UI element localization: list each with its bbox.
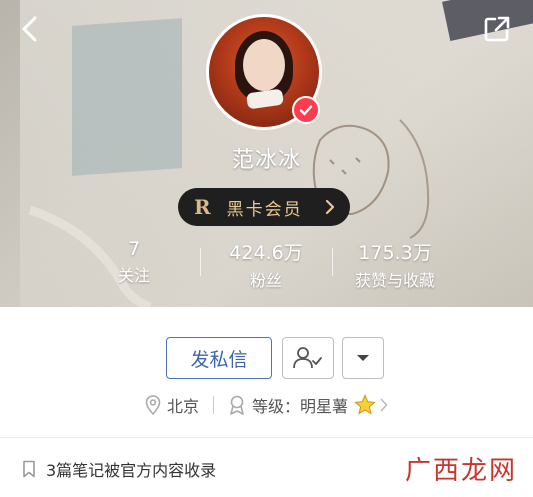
send-message-button[interactable]: 发私信 (166, 337, 272, 379)
bookmark-icon (22, 460, 36, 478)
username: 范冰冰 (231, 148, 301, 173)
verified-check-icon (299, 105, 313, 116)
chevron-left-icon (22, 16, 37, 42)
level-label: 等级： (251, 397, 300, 416)
stat-likes-collections[interactable]: 175.3万 获赞与收藏 (338, 238, 452, 291)
vip-label: 黑卡会员 (226, 199, 303, 220)
avatar-face (243, 39, 285, 91)
user-check-icon (293, 347, 322, 369)
location-text: 北京 (166, 397, 199, 416)
vip-emblem: R (194, 195, 211, 219)
stat-followers-label: 粉丝 (249, 271, 282, 290)
location-pin-icon (145, 395, 161, 415)
watermark: 广西龙网 (404, 455, 517, 486)
share-external-icon (484, 16, 510, 42)
badge-icon (228, 395, 246, 415)
verified-badge (292, 96, 320, 124)
share-button[interactable] (482, 14, 512, 44)
level-link[interactable]: 等级： 明星薯 (228, 393, 388, 417)
level-value: 明星薯 (300, 397, 349, 416)
back-button[interactable] (16, 14, 46, 44)
avatar-bow (246, 88, 284, 110)
stat-following-label: 关注 (117, 266, 150, 285)
stats-bar: 7 关注 424.6万 粉丝 175.3万 获赞与收藏 (0, 238, 533, 291)
vip-membership-button[interactable]: R 黑卡会员 (178, 188, 350, 226)
caret-down-icon (357, 355, 369, 361)
info-separator (212, 396, 214, 414)
section-divider (0, 437, 533, 438)
more-options-button[interactable] (342, 337, 384, 379)
stat-following-value: 7 (127, 238, 141, 260)
stat-divider (332, 248, 333, 276)
stat-followers[interactable]: 424.6万 粉丝 (216, 238, 316, 291)
stat-likes-label: 获赞与收藏 (354, 271, 435, 290)
stat-likes-value: 175.3万 (358, 242, 432, 264)
stat-divider (200, 248, 201, 276)
followed-button[interactable] (282, 337, 334, 379)
stat-followers-value: 424.6万 (229, 242, 303, 264)
stat-following[interactable]: 7 关注 (96, 238, 172, 286)
notice-text: 3篇笔记被官方内容收录 (46, 461, 217, 480)
curated-notes-notice[interactable]: 3篇笔记被官方内容收录 (22, 457, 216, 481)
chevron-right-icon (325, 199, 335, 215)
star-icon (354, 394, 376, 416)
chevron-right-icon (380, 398, 388, 412)
profile-info-row: 北京 等级： 明星薯 (0, 391, 533, 419)
